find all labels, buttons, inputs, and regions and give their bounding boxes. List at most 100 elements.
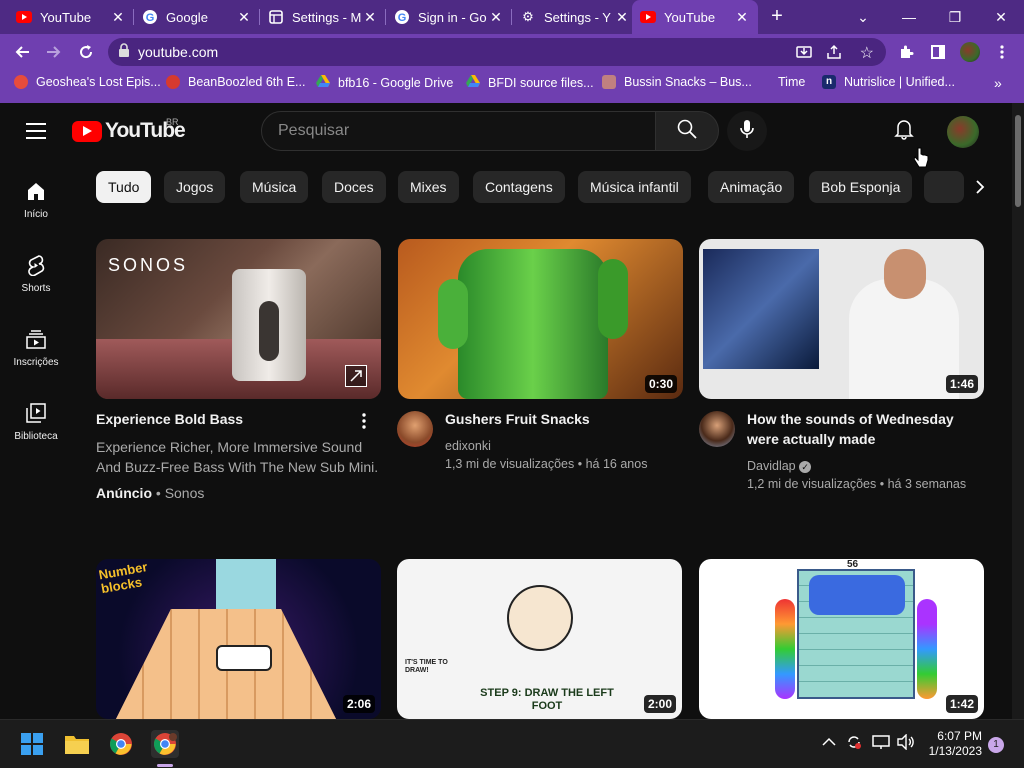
more-menu-icon[interactable] [990,40,1014,64]
chip-tudo[interactable]: Tudo [96,171,152,203]
video-thumbnail-sonos[interactable]: SONOS [96,239,381,399]
close-icon[interactable]: ✕ [734,9,750,26]
thumbnail-small-caption: IT'S TIME TO DRAW! [405,659,448,674]
bookmark-item[interactable]: BeanBoozled 6th E... [166,75,305,89]
bookmark-item[interactable]: bfb16 - Google Drive [316,75,453,90]
notifications-button[interactable] [884,111,924,151]
chip-bob-esponja[interactable]: Bob Esponja [809,171,913,203]
video-title[interactable]: Experience Bold Bass [96,409,243,429]
bookmark-item[interactable]: BFDI source files... [466,75,594,90]
video-title[interactable]: Gushers Fruit Snacks [445,409,590,429]
voice-search-button[interactable] [727,111,767,151]
verified-check-icon: ✓ [799,461,812,473]
side-panel-icon[interactable] [926,40,950,64]
bookmark-item[interactable]: Time [756,75,805,89]
forward-arrow-icon[interactable] [42,40,66,64]
bookmark-label: Bussin Snacks – Bus... [624,75,752,89]
lock-icon[interactable] [118,42,130,62]
external-link-icon[interactable] [345,365,367,387]
bookmark-item[interactable]: n Nutrislice | Unified... [822,75,955,89]
more-bookmarks-chevron-icon[interactable]: » [994,75,1002,91]
chevron-up-icon[interactable] [822,734,836,750]
sidebar-item-inscricoes[interactable]: Inscrições [0,327,72,368]
tab-sign-in[interactable]: G Sign in - Go ✕ [386,0,512,34]
search-input[interactable] [278,122,638,140]
video-thumbnail-numberblocks[interactable]: Number blocks 2:06 [96,559,381,719]
youtube-logo[interactable]: YouTube BR [72,117,186,143]
channel-name[interactable]: Sonos [165,485,205,501]
video-thumbnail-gushers[interactable]: 0:30 [398,239,683,399]
file-explorer-icon[interactable] [63,730,91,758]
channel-avatar[interactable] [397,411,433,447]
thumbnail-cactus [458,249,608,399]
thumbnail-drawing-head [507,585,573,651]
page-scrollbar[interactable] [1012,103,1024,719]
chip-musica[interactable]: Música [240,171,309,203]
tab-youtube-1[interactable]: YouTube ✕ [8,0,134,34]
tab-title: YouTube [40,9,92,25]
tab-search-chevron-icon[interactable]: ⌄ [840,0,886,34]
bookmarks-bar: Geoshea's Lost Epis... BeanBoozled 6th E… [0,70,1024,98]
hamburger-menu-icon[interactable] [26,123,46,139]
search-button[interactable] [655,111,719,151]
video-thumbnail-draw-step[interactable]: IT'S TIME TO DRAW! STEP 9: DRAW THE LEFT… [397,559,682,719]
close-icon[interactable]: ✕ [488,9,504,26]
notification-badge[interactable]: 1 [988,737,1004,753]
minimize-button[interactable]: — [886,0,932,34]
account-avatar[interactable] [947,116,979,148]
thumbnail-brand-text: SONOS [108,255,189,275]
sidebar-item-biblioteca[interactable]: Biblioteca [0,401,72,442]
restore-button[interactable]: ❐ [932,0,978,34]
extensions-puzzle-icon[interactable] [894,40,918,64]
video-title[interactable]: How the sounds of Wednesday were actuall… [747,409,967,449]
kebab-menu-icon[interactable] [362,413,366,434]
google-icon: G [142,9,158,25]
share-icon[interactable] [826,44,842,65]
channel-name[interactable]: edixonki [445,437,491,455]
chip-musica-infantil[interactable]: Música infantil [578,171,691,203]
sidebar-item-inicio[interactable]: Início [0,179,72,220]
new-tab-button[interactable]: + [766,6,788,28]
bookmark-item[interactable]: Geoshea's Lost Epis... [14,75,161,89]
bookmark-item[interactable]: Bussin Snacks – Bus... [602,75,752,89]
chip-animacao[interactable]: Animação [708,171,795,203]
tab-settings-m[interactable]: Settings - M ✕ [260,0,386,34]
tab-google[interactable]: G Google ✕ [134,0,260,34]
network-icon[interactable] [872,734,890,753]
windows-start-icon[interactable] [18,730,46,758]
close-icon[interactable]: ✕ [362,9,378,26]
video-duration: 2:06 [342,695,375,713]
system-clock[interactable]: 6:07 PM 1/13/2023 [924,729,982,759]
profile-avatar[interactable] [958,40,982,64]
chip-contagens[interactable]: Contagens [473,171,565,203]
tab-settings-y[interactable]: ⚙ Settings - Y ✕ [512,0,638,34]
chip-jogos[interactable]: Jogos [164,171,226,203]
chip-partial[interactable] [924,171,964,203]
address-bar[interactable]: youtube.com ☆ [108,38,886,66]
sync-icon[interactable] [846,734,862,753]
url-text[interactable]: youtube.com [138,44,218,60]
speaker-icon[interactable] [897,733,915,753]
close-icon[interactable]: ✕ [110,9,126,26]
reload-icon[interactable] [74,40,98,64]
close-icon[interactable]: ✕ [614,9,630,26]
chip-mixes[interactable]: Mixes [398,171,459,203]
search-box[interactable] [261,111,656,151]
chip-doces[interactable]: Doces [322,171,386,203]
chevron-right-icon[interactable] [966,171,994,203]
sidebar-item-shorts[interactable]: Shorts [0,253,72,294]
scrollbar-thumb[interactable] [1015,115,1021,207]
close-window-button[interactable]: ✕ [978,0,1024,34]
bookmark-star-icon[interactable]: ☆ [860,43,874,63]
chrome-icon[interactable] [107,730,135,758]
chrome-profile-icon[interactable] [151,730,179,758]
microphone-icon [740,119,754,144]
channel-name[interactable]: Davidlap ✓ [747,457,812,475]
video-thumbnail-numberblock-56[interactable]: 56 1:42 [699,559,984,719]
channel-avatar[interactable] [699,411,735,447]
video-thumbnail-wednesday[interactable]: 1:46 [699,239,984,399]
tab-youtube-active[interactable]: YouTube ✕ [632,0,758,34]
back-arrow-icon[interactable] [10,40,34,64]
install-app-icon[interactable] [796,44,812,65]
close-icon[interactable]: ✕ [236,9,252,26]
